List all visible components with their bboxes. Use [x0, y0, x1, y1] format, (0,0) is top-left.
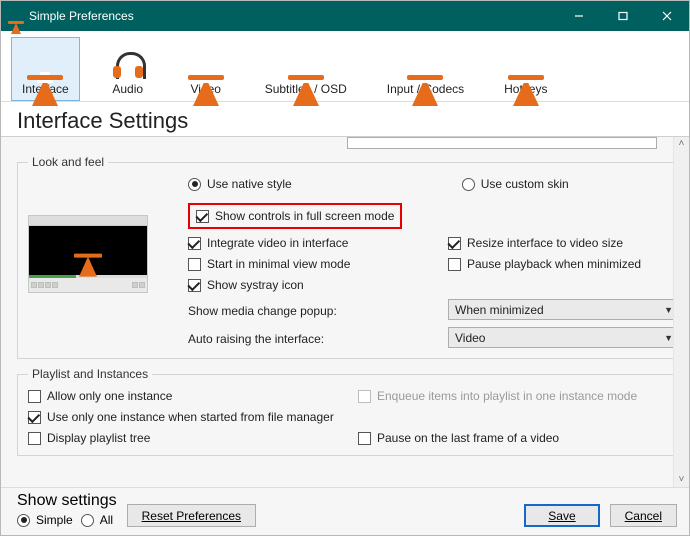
cone-icon: [513, 42, 539, 78]
button-label: Save: [548, 509, 575, 523]
minimize-button[interactable]: [557, 1, 601, 31]
check-show-controls-fullscreen[interactable]: Show controls in full screen mode: [196, 209, 394, 223]
cone-icon: [412, 42, 438, 78]
scroll-up-icon: ˄: [678, 139, 684, 149]
dropdown-media-change-popup[interactable]: When minimized ▼: [448, 299, 673, 320]
tab-audio[interactable]: Audio: [98, 37, 158, 101]
save-button[interactable]: Save: [524, 504, 599, 527]
chevron-down-icon: ▼: [664, 333, 673, 343]
checkbox-icon: [448, 237, 461, 250]
check-label: Pause playback when minimized: [467, 257, 641, 271]
dropdown-value: When minimized: [455, 303, 544, 317]
checkbox-icon: [188, 237, 201, 250]
cropped-dropdown[interactable]: [347, 137, 657, 149]
button-label: Cancel: [625, 509, 662, 523]
group-legend: Playlist and Instances: [28, 367, 152, 381]
check-one-instance-file-manager[interactable]: Use only one instance when started from …: [28, 410, 673, 424]
radio-native-style[interactable]: Use native style: [188, 177, 292, 191]
radio-custom-skin[interactable]: Use custom skin: [462, 177, 569, 191]
radio-label: Use native style: [207, 177, 292, 191]
category-tabs: Interface Audio Video Subtitles / OSD In…: [1, 31, 689, 102]
cropped-dropdown-row: [17, 137, 667, 149]
radio-icon: [81, 514, 94, 527]
group-look-and-feel: Look and feel Use native style Use custo…: [17, 155, 673, 359]
checkbox-icon: [188, 258, 201, 271]
check-pause-last-frame[interactable]: Pause on the last frame of a video: [358, 431, 673, 445]
button-label: Reset Preferences: [142, 509, 241, 523]
checkbox-icon: [28, 390, 41, 403]
check-label: Pause on the last frame of a video: [377, 431, 559, 445]
close-button[interactable]: [645, 1, 689, 31]
settings-scroll-area: Look and feel Use native style Use custo…: [1, 137, 673, 487]
preferences-window: Simple Preferences Interface Audio: [0, 0, 690, 536]
check-show-systray[interactable]: Show systray icon: [188, 278, 438, 292]
check-label: Use only one instance when started from …: [47, 410, 334, 424]
checkbox-icon: [196, 210, 209, 223]
check-label: Show systray icon: [207, 278, 304, 292]
check-allow-one-instance[interactable]: Allow only one instance: [28, 389, 348, 403]
check-label: Show controls in full screen mode: [215, 209, 394, 223]
check-resize-interface[interactable]: Resize interface to video size: [448, 236, 673, 250]
check-integrate-video[interactable]: Integrate video in interface: [188, 236, 438, 250]
show-settings-label: Show settings: [17, 492, 117, 510]
radio-icon: [17, 514, 30, 527]
tab-label: Audio: [112, 82, 143, 96]
radio-show-simple[interactable]: Simple: [17, 513, 73, 527]
window-title: Simple Preferences: [29, 9, 557, 23]
app-icon: [9, 9, 23, 23]
window-controls: [557, 1, 689, 31]
checkbox-icon: [28, 411, 41, 424]
radio-show-all[interactable]: All: [81, 513, 113, 527]
cone-icon: [293, 42, 319, 78]
check-label: Enqueue items into playlist in one insta…: [377, 389, 637, 403]
radio-icon: [188, 178, 201, 191]
scroll-down-icon: ˅: [678, 475, 684, 485]
cone-icon: [193, 42, 219, 78]
check-label: Display playlist tree: [47, 431, 150, 445]
checkbox-icon: [188, 279, 201, 292]
checkbox-icon: [28, 432, 41, 445]
check-label: Allow only one instance: [47, 389, 172, 403]
tab-input-codecs[interactable]: Input / Codecs: [376, 37, 475, 101]
cancel-button[interactable]: Cancel: [610, 504, 677, 527]
check-label: Resize interface to video size: [467, 236, 623, 250]
checkbox-icon: [358, 432, 371, 445]
radio-label: All: [100, 513, 113, 527]
footer: Show settings Simple All Reset Preferenc…: [1, 487, 689, 535]
radio-icon: [462, 178, 475, 191]
dropdown-value: Video: [455, 331, 485, 345]
dropdown-auto-raise[interactable]: Video ▼: [448, 327, 673, 348]
check-pause-minimized[interactable]: Pause playback when minimized: [448, 257, 673, 271]
radio-label: Simple: [36, 513, 73, 527]
check-start-minimal[interactable]: Start in minimal view mode: [188, 257, 438, 271]
maximize-button[interactable]: [601, 1, 645, 31]
titlebar: Simple Preferences: [1, 1, 689, 31]
cone-icon: [32, 42, 58, 78]
interface-preview-thumbnail: [28, 215, 178, 293]
check-label: Start in minimal view mode: [207, 257, 350, 271]
group-playlist-instances: Playlist and Instances Allow only one in…: [17, 367, 673, 456]
tab-video[interactable]: Video: [176, 37, 236, 101]
tab-subtitles-osd[interactable]: Subtitles / OSD: [254, 37, 358, 101]
vertical-scrollbar[interactable]: ˄ ˅: [673, 137, 689, 487]
highlight-box: Show controls in full screen mode: [188, 203, 402, 229]
check-label: Integrate video in interface: [207, 236, 348, 250]
label-auto-raise: Auto raising the interface:: [188, 330, 438, 346]
tab-hotkeys[interactable]: Hotkeys: [493, 37, 558, 101]
chevron-down-icon: ▼: [664, 305, 673, 315]
settings-body: Look and feel Use native style Use custo…: [1, 137, 689, 487]
group-legend: Look and feel: [28, 155, 108, 169]
check-enqueue-one-instance: Enqueue items into playlist in one insta…: [358, 389, 673, 403]
page-title: Interface Settings: [1, 102, 689, 137]
checkbox-icon: [448, 258, 461, 271]
label-media-change-popup: Show media change popup:: [188, 302, 438, 318]
check-display-playlist-tree[interactable]: Display playlist tree: [28, 431, 348, 445]
tab-interface[interactable]: Interface: [11, 37, 80, 101]
show-settings-group: Show settings Simple All: [17, 492, 117, 527]
headphones-icon: [113, 42, 143, 78]
checkbox-icon: [358, 390, 371, 403]
radio-label: Use custom skin: [481, 177, 569, 191]
reset-preferences-button[interactable]: Reset Preferences: [127, 504, 256, 527]
